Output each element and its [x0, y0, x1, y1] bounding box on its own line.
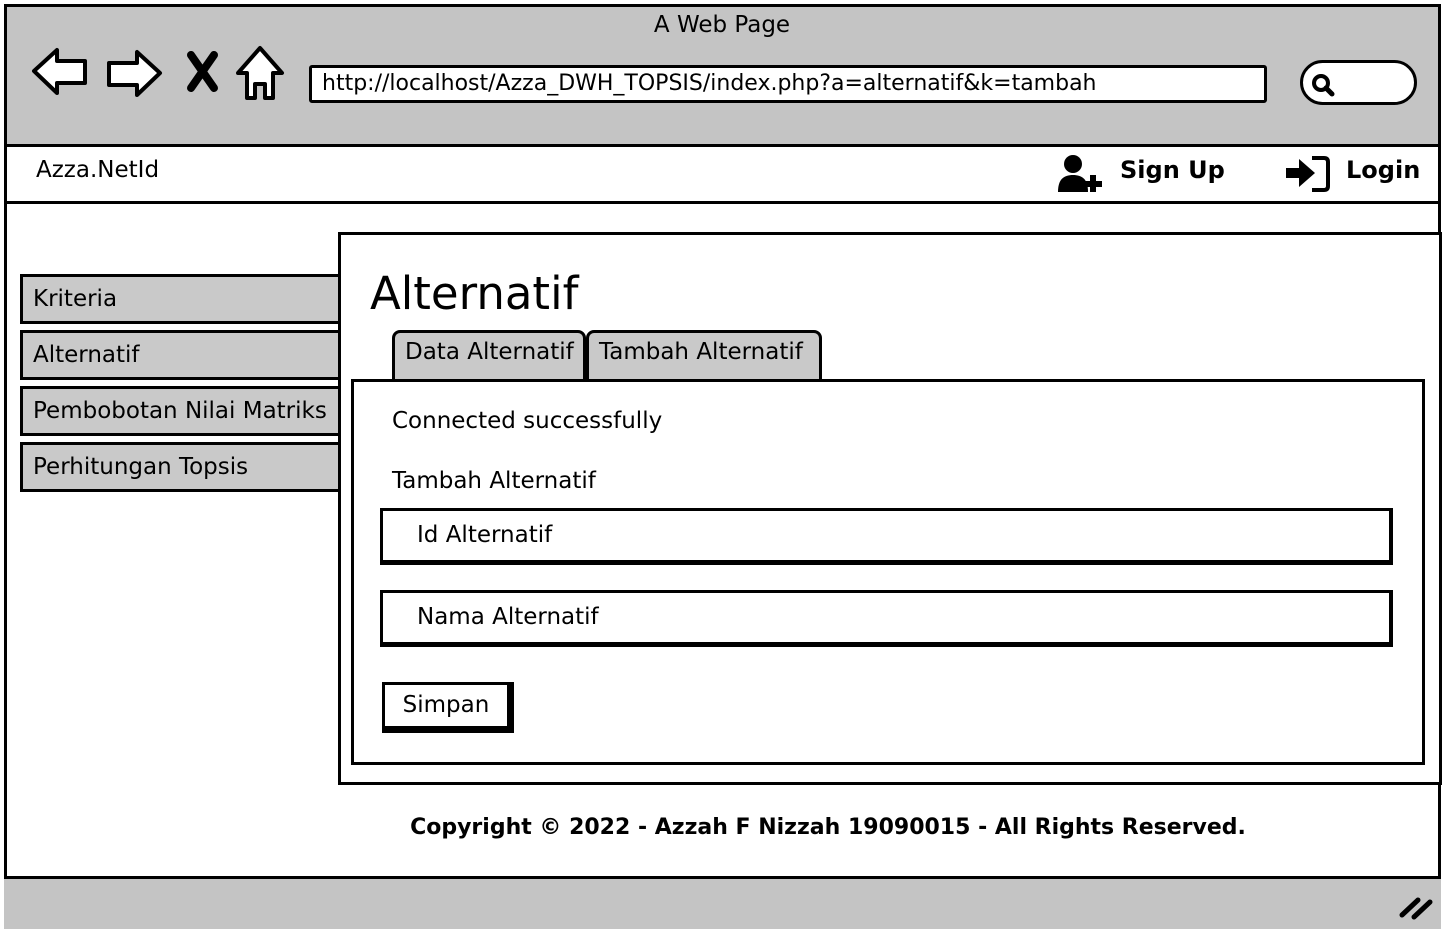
stop-icon[interactable]	[180, 42, 226, 106]
nama-alternatif-field[interactable]: Nama Alternatif	[380, 590, 1393, 647]
login-link[interactable]: Login	[1284, 154, 1420, 194]
form-heading: Tambah Alternatif	[392, 468, 596, 494]
url-bar[interactable]: http://localhost/Azza_DWH_TOPSIS/index.p…	[309, 65, 1267, 103]
browser-search-box[interactable]	[1300, 60, 1417, 105]
sidebar-item-alternatif[interactable]: Alternatif	[20, 330, 342, 380]
login-icon	[1286, 156, 1330, 192]
back-icon[interactable]	[30, 42, 90, 106]
tab-data-alternatif[interactable]: Data Alternatif	[392, 330, 586, 380]
site-header	[4, 144, 1441, 204]
signup-label: Sign Up	[1120, 156, 1225, 184]
resize-grip-icon[interactable]	[1398, 893, 1434, 921]
browser-status-bar	[4, 876, 1441, 929]
tab-tambah-alternatif[interactable]: Tambah Alternatif	[586, 330, 822, 380]
footer-copyright: Copyright © 2022 - Azzah F Nizzah 190900…	[410, 815, 1246, 840]
add-user-icon	[1058, 155, 1102, 192]
page-title: Alternatif	[370, 267, 579, 320]
sidebar-item-pembobotan[interactable]: Pembobotan Nilai Matriks	[20, 386, 342, 436]
save-button[interactable]: Simpan	[382, 682, 514, 733]
forward-icon[interactable]	[104, 42, 164, 106]
home-icon[interactable]	[234, 42, 286, 106]
brand-logo[interactable]: Azza.NetId	[36, 157, 159, 183]
status-message: Connected successfully	[392, 408, 663, 434]
signup-link[interactable]: Sign Up	[1056, 154, 1225, 194]
window-title: A Web Page	[653, 12, 791, 38]
id-alternatif-field[interactable]: Id Alternatif	[380, 508, 1393, 565]
sidebar-item-perhitungan[interactable]: Perhitungan Topsis	[20, 442, 342, 492]
login-label: Login	[1346, 156, 1421, 184]
sidebar-item-kriteria[interactable]: Kriteria	[20, 274, 342, 324]
search-icon	[1312, 74, 1335, 97]
